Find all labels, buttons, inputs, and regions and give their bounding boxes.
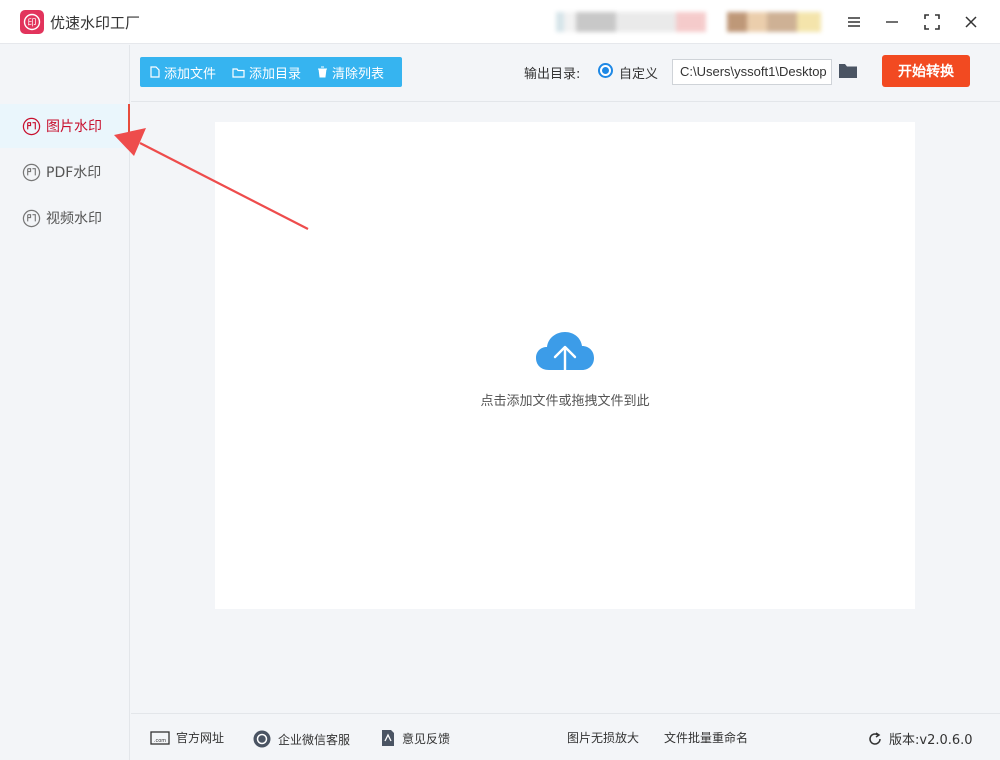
output-path-input[interactable]: C:\Users\yssoft1\Desktop xyxy=(672,59,832,85)
menu-icon[interactable] xyxy=(842,10,866,34)
sidebar-item-image-watermark[interactable]: 图片水印 xyxy=(0,104,130,148)
add-file-label: 添加文件 xyxy=(164,66,217,82)
file-icon xyxy=(150,66,160,78)
add-folder-button[interactable]: 添加目录 xyxy=(232,63,301,82)
status-bar: .com 官方网址 企业微信客服 意见反馈 图片无损放大 文件批量重命名 版本:… xyxy=(131,713,1000,760)
sidebar-item-video-watermark[interactable]: 视频水印 xyxy=(0,196,128,240)
folder-icon[interactable] xyxy=(838,62,858,83)
svg-text:印: 印 xyxy=(27,17,36,29)
sidebar-item-label: 视频水印 xyxy=(46,211,102,227)
trash-icon xyxy=(318,66,328,78)
chat-bubble-icon xyxy=(253,730,271,748)
version-info[interactable]: 版本:v2.0.6.0 xyxy=(867,729,973,748)
blurred-user-avatar[interactable] xyxy=(727,12,821,32)
image-enlarge-link[interactable]: 图片无损放大 xyxy=(567,729,639,746)
sidebar-item-label: PDF水印 xyxy=(46,165,102,181)
add-file-button[interactable]: 添加文件 xyxy=(150,63,216,82)
cloud-upload-icon xyxy=(535,328,595,386)
title-bar: 印 优速水印工厂 xyxy=(0,0,1000,44)
output-dir-label: 输出目录: xyxy=(524,67,581,82)
blurred-account-info xyxy=(556,12,706,32)
stamp-icon xyxy=(22,117,41,135)
drop-zone-hint: 点击添加文件或拖拽文件到此 xyxy=(480,394,650,409)
app-logo-icon: 印 xyxy=(20,10,44,34)
add-folder-label: 添加目录 xyxy=(249,66,302,82)
feedback-icon xyxy=(382,730,394,746)
folder-outline-icon xyxy=(232,67,245,78)
version-label: 版本:v2.0.6.0 xyxy=(889,733,973,748)
wechat-support-link[interactable]: 企业微信客服 xyxy=(252,729,350,749)
file-drop-zone[interactable]: 点击添加文件或拖拽文件到此 xyxy=(215,122,915,609)
toolbar-divider xyxy=(131,101,1000,102)
batch-rename-link[interactable]: 文件批量重命名 xyxy=(664,729,748,746)
app-title: 优速水印工厂 xyxy=(50,14,141,32)
custom-output-radio[interactable] xyxy=(598,63,613,78)
start-convert-button[interactable]: 开始转换 xyxy=(882,55,970,87)
image-enlarge-label: 图片无损放大 xyxy=(567,731,640,745)
output-path-text: C:\Users\yssoft1\Desktop xyxy=(680,64,827,79)
file-toolbar: 添加文件 添加目录 清除列表 xyxy=(140,57,402,87)
minimize-icon[interactable] xyxy=(880,10,904,34)
close-icon[interactable] xyxy=(959,10,983,34)
stamp-icon xyxy=(22,163,41,181)
official-website-label: 官方网址 xyxy=(176,731,225,745)
clear-list-button[interactable]: 清除列表 xyxy=(317,63,384,82)
feedback-link[interactable]: 意见反馈 xyxy=(380,729,450,747)
custom-output-label[interactable]: 自定义 xyxy=(619,63,658,82)
svg-text:.com: .com xyxy=(154,738,166,744)
batch-rename-label: 文件批量重命名 xyxy=(664,731,749,745)
sidebar: 图片水印 PDF水印 视频水印 xyxy=(0,45,130,760)
clear-list-label: 清除列表 xyxy=(332,66,385,82)
website-icon: .com xyxy=(150,730,170,745)
official-website-link[interactable]: .com 官方网址 xyxy=(150,729,224,746)
sidebar-item-label: 图片水印 xyxy=(46,119,102,135)
refresh-icon xyxy=(869,731,881,745)
sidebar-item-pdf-watermark[interactable]: PDF水印 xyxy=(0,150,128,194)
wechat-support-label: 企业微信客服 xyxy=(278,732,351,747)
maximize-icon[interactable] xyxy=(920,10,944,34)
feedback-label: 意见反馈 xyxy=(402,731,451,746)
stamp-icon xyxy=(22,209,41,227)
